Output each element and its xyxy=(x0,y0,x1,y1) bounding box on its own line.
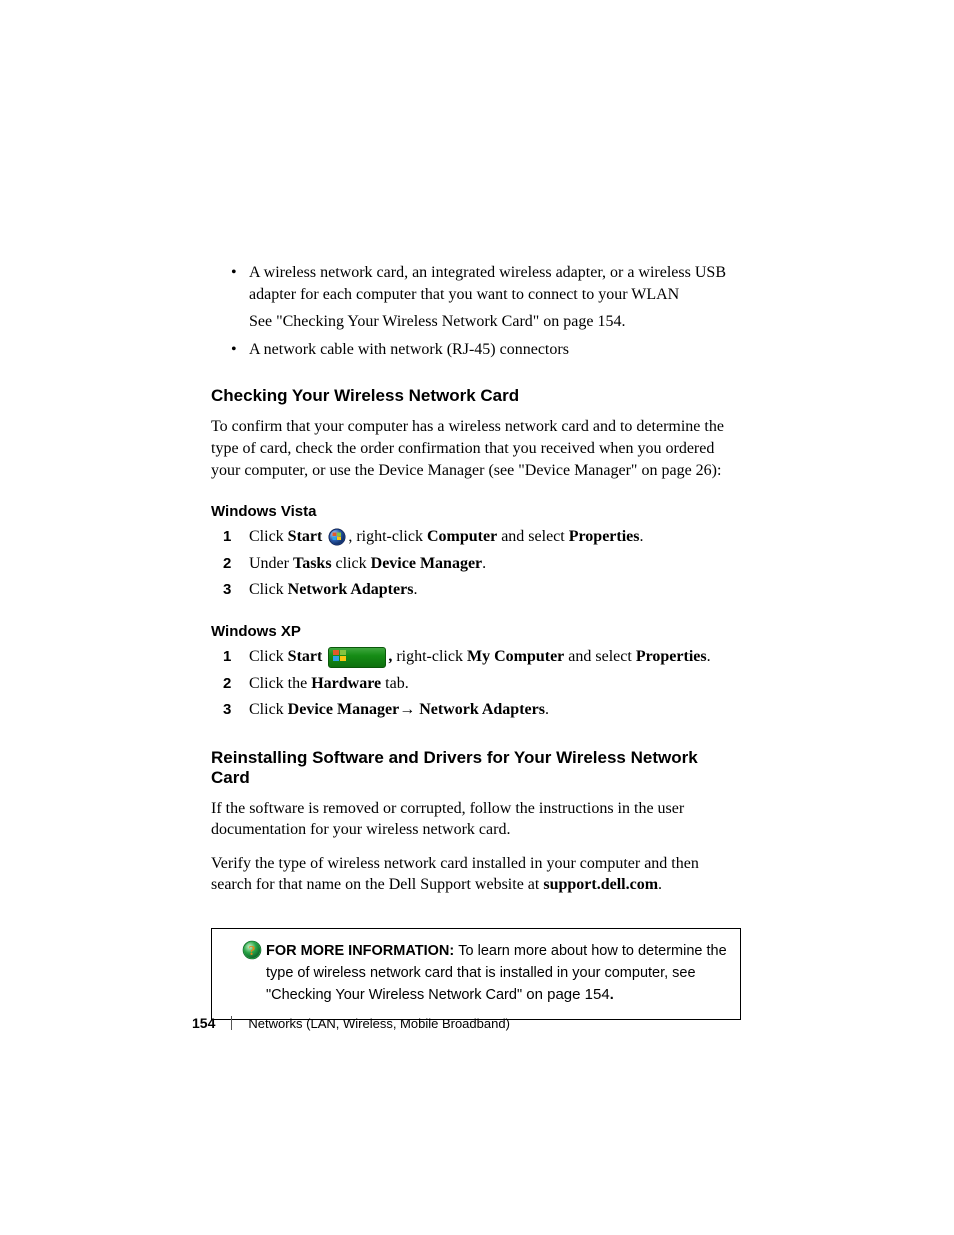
step-text: . xyxy=(482,555,486,572)
step-text: Click xyxy=(249,648,288,665)
step-text: Under xyxy=(249,555,293,572)
step-number: 3 xyxy=(223,579,231,600)
steps-list-vista: 1 Click Start , right-click Computer and… xyxy=(211,526,741,601)
info-tail: on page 154 xyxy=(522,986,610,1003)
ui-term: Start xyxy=(288,528,327,545)
step-text: . xyxy=(413,581,417,598)
section-heading: Reinstalling Software and Drivers for Yo… xyxy=(211,748,741,788)
ui-term: Hardware xyxy=(311,675,381,692)
step-text: . xyxy=(640,528,644,545)
help-icon: ? xyxy=(242,940,262,968)
step-text: tab. xyxy=(381,675,409,692)
step-item: 3 Click Network Adapters. xyxy=(211,579,741,601)
ui-term: Computer xyxy=(427,528,497,545)
page-footer: 154 Networks (LAN, Wireless, Mobile Broa… xyxy=(192,1015,510,1031)
info-end: . xyxy=(610,987,614,1003)
ui-term: Start xyxy=(288,648,327,665)
subsection-heading: Windows Vista xyxy=(211,503,741,520)
list-item: A wireless network card, an integrated w… xyxy=(211,262,741,333)
step-text: . xyxy=(545,701,549,718)
step-text: and select xyxy=(564,648,636,665)
arrow: → xyxy=(399,701,419,718)
steps-list-xp: 1 Click Start , right-click My Computer … xyxy=(211,646,741,721)
step-item: 1 Click Start , right-click My Computer … xyxy=(211,646,741,668)
step-number: 3 xyxy=(223,699,231,720)
page-content: A wireless network card, an integrated w… xyxy=(211,262,741,1020)
ui-term: Network Adapters xyxy=(288,581,414,598)
step-text: right-click xyxy=(396,648,467,665)
step-number: 2 xyxy=(223,673,231,694)
step-item: 2 Under Tasks click Device Manager. xyxy=(211,553,741,575)
body-paragraph: If the software is removed or corrupted,… xyxy=(211,798,741,841)
xp-start-button-icon xyxy=(328,647,386,668)
ui-term: Device Manager xyxy=(288,701,400,718)
document-page: A wireless network card, an integrated w… xyxy=(0,0,954,1235)
step-number: 1 xyxy=(223,646,231,667)
step-text: and select xyxy=(497,528,569,545)
step-text: Click xyxy=(249,528,288,545)
requirements-list: A wireless network card, an integrated w… xyxy=(211,262,741,360)
ui-term: Properties xyxy=(569,528,640,545)
ui-term: Tasks xyxy=(293,555,332,572)
url-text: support.dell.com xyxy=(543,876,658,893)
list-item: A network cable with network (RJ-45) con… xyxy=(211,339,741,361)
chapter-title: Networks (LAN, Wireless, Mobile Broadban… xyxy=(248,1016,510,1031)
step-text: click xyxy=(332,555,371,572)
info-label: FOR MORE INFORMATION: xyxy=(266,943,458,959)
body-paragraph: To confirm that your computer has a wire… xyxy=(211,416,741,481)
bullet-subtext: See "Checking Your Wireless Network Card… xyxy=(249,311,741,333)
step-item: 2 Click the Hardware tab. xyxy=(211,673,741,695)
ui-term: Network Adapters xyxy=(419,701,545,718)
footer-separator xyxy=(231,1016,232,1030)
ui-term: Properties xyxy=(636,648,707,665)
step-text: Click xyxy=(249,701,288,718)
ui-term: Device Manager xyxy=(371,555,483,572)
step-item: 1 Click Start , right-click Computer and… xyxy=(211,526,741,548)
bullet-text: A network cable with network (RJ-45) con… xyxy=(249,341,569,358)
step-number: 1 xyxy=(223,526,231,547)
body-paragraph: Verify the type of wireless network card… xyxy=(211,853,741,896)
page-number: 154 xyxy=(192,1015,215,1031)
step-text: Click the xyxy=(249,675,311,692)
step-number: 2 xyxy=(223,553,231,574)
ui-term: My Computer xyxy=(467,648,564,665)
info-callout-box: ? FOR MORE INFORMATION: To learn more ab… xyxy=(211,928,741,1020)
section-heading: Checking Your Wireless Network Card xyxy=(211,386,741,406)
body-text: . xyxy=(658,876,662,893)
step-text: . xyxy=(707,648,711,665)
bullet-text: A wireless network card, an integrated w… xyxy=(249,264,726,303)
svg-text:?: ? xyxy=(249,944,256,959)
step-text: , right-click xyxy=(348,528,427,545)
step-text: Click xyxy=(249,581,288,598)
subsection-heading: Windows XP xyxy=(211,623,741,640)
vista-start-orb-icon xyxy=(328,528,346,546)
step-item: 3 Click Device Manager→ Network Adapters… xyxy=(211,699,741,721)
